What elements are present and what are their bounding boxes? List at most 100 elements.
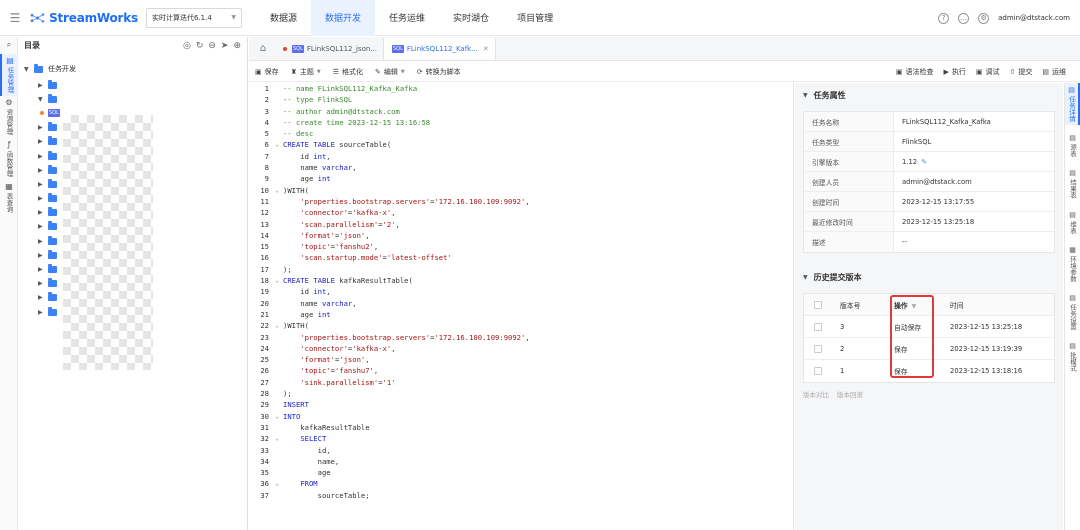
code-line[interactable]: 4 -- create time 2023-12-15 13:16:58 — [249, 117, 793, 128]
code-line[interactable]: 6 ⌄ CREATE TABLE sourceTable( — [249, 139, 793, 150]
nav-item-ops[interactable]: 任务运维 — [375, 0, 439, 36]
history-header[interactable]: ▼ 历史提交版本 — [795, 265, 1063, 289]
row-checkbox[interactable] — [804, 344, 832, 353]
code-line[interactable]: 37 sourceTable; — [249, 490, 793, 501]
code-line[interactable]: 30 ⌄ INTO — [249, 411, 793, 422]
code-line[interactable]: 12 'connector'='kafka-x', — [249, 207, 793, 218]
syntax-check-button[interactable]: ▣ 语法检查 — [896, 67, 934, 77]
code-line[interactable]: 20 name varchar, — [249, 298, 793, 309]
row-checkbox[interactable] — [804, 322, 832, 331]
select-all-checkbox[interactable] — [804, 300, 832, 309]
home-icon[interactable]: ⌂ — [249, 36, 277, 60]
code-line[interactable]: 9 age int — [249, 173, 793, 184]
message-icon[interactable]: … — [958, 12, 970, 24]
rail-source-table[interactable]: ▤ 源表 — [1065, 131, 1080, 160]
tab-json[interactable]: SQL FLinkSQL112_json... — [277, 38, 384, 60]
code-line[interactable]: 19 id int, — [249, 286, 793, 297]
code-line[interactable]: 28); — [249, 388, 793, 399]
code-line[interactable]: 36 ⌄ FROM — [249, 478, 793, 489]
code-line[interactable]: 32 ⌄ SELECT — [249, 433, 793, 444]
code-line[interactable]: 2 -- type FlinkSQL — [249, 94, 793, 105]
rail-task-detail[interactable]: ▤ 任务详情 — [1065, 83, 1080, 125]
properties-header[interactable]: ▼ 任务属性 — [795, 83, 1063, 107]
code-line[interactable]: 31 kafkaResultTable — [249, 422, 793, 433]
code-line[interactable]: 13 'scan.parallelism'='2', — [249, 219, 793, 230]
rail-dim-table[interactable]: ▤ 维表 — [1065, 208, 1080, 237]
ops-button[interactable]: ▤ 运维 — [1042, 67, 1066, 77]
code-line[interactable]: 24 'connector'='kafka-x', — [249, 343, 793, 354]
code-line[interactable]: 18 ⌄ CREATE TABLE kafkaResultTable( — [249, 275, 793, 286]
theme-button[interactable]: ♜ 主题 ▼ — [291, 67, 321, 77]
tree-item[interactable]: ▶ — [18, 78, 247, 92]
edit-button[interactable]: ✎ 编辑 ▼ — [375, 67, 405, 77]
fold-chevron-icon[interactable]: ⌄ — [271, 320, 283, 331]
code-line[interactable]: 26 'topic'='fanshu7', — [249, 365, 793, 376]
fold-chevron-icon[interactable]: ⌄ — [271, 433, 283, 444]
edit-icon[interactable]: ✎ — [921, 158, 927, 166]
nav-item-dev[interactable]: 数据开发 — [311, 0, 376, 36]
code-line[interactable]: 5 -- desc — [249, 128, 793, 139]
add-icon[interactable]: ⊕ — [233, 41, 241, 51]
help-icon[interactable]: ? — [938, 12, 950, 24]
code-line[interactable]: 16 'scan.startup.mode'='latest-offset' — [249, 252, 793, 263]
code-line[interactable]: 34 name, — [249, 456, 793, 467]
version-select[interactable]: 实时计算迭代6.1.4 ▼ — [146, 7, 242, 28]
code-line[interactable]: 33 id, — [249, 445, 793, 456]
code-line[interactable]: 29 INSERT — [249, 399, 793, 410]
fold-chevron-icon[interactable]: ⌄ — [271, 275, 283, 286]
nav-item-project[interactable]: 项目管理 — [503, 0, 567, 36]
nav-item-datasource[interactable]: 数据源 — [256, 0, 311, 36]
user-email[interactable]: admin@dtstack.com — [998, 14, 1070, 22]
debug-button[interactable]: ▣ 调试 — [976, 67, 1000, 77]
rollback-version-button[interactable]: 版本回滚 — [837, 389, 863, 399]
code-line[interactable]: 11 'properties.bootstrap.servers'='172.1… — [249, 196, 793, 207]
rail-resource-manage[interactable]: ⚙ 资源管理 — [0, 96, 18, 138]
tree-item[interactable]: ▼ — [18, 92, 247, 106]
tab-kafka[interactable]: SQL FLinkSQL112_Kafk... ✕ — [383, 38, 496, 60]
code-line[interactable]: 14 'format'='json', — [249, 230, 793, 241]
rail-batch-mode[interactable]: ▤ 批模式 — [1065, 339, 1080, 375]
code-line[interactable]: 25 'format'='json', — [249, 354, 793, 365]
rail-env-params[interactable]: ▦ 环境参数 — [1065, 243, 1080, 285]
code-line[interactable]: 1 -- name FLinkSQL112_Kafka_Kafka — [249, 83, 793, 94]
gear-icon[interactable]: ⚙ — [978, 12, 990, 24]
code-line[interactable]: 15 'topic'='fanshu2', — [249, 241, 793, 252]
submit-button[interactable]: ⇧ 提交 — [1010, 67, 1033, 77]
refresh-icon[interactable]: ↻ — [196, 41, 204, 51]
rail-task-settings[interactable]: ▤ 任务设置 — [1065, 291, 1080, 333]
rail-function-manage[interactable]: ƒ 函数管理 — [0, 138, 18, 180]
run-button[interactable]: ▶ 执行 — [943, 67, 965, 77]
fold-chevron-icon[interactable]: ⌄ — [271, 139, 283, 150]
close-icon[interactable]: ✕ — [483, 45, 489, 53]
menu-toggle-icon[interactable]: ☰ — [0, 0, 30, 36]
nav-item-lakehouse[interactable]: 实时湖仓 — [439, 0, 503, 36]
rail-task-manage[interactable]: ▤ 任务管理 — [0, 54, 18, 96]
fold-chevron-icon[interactable]: ⌄ — [271, 478, 283, 489]
send-icon[interactable]: ➤ — [221, 41, 229, 51]
code-line[interactable]: 21 age int — [249, 309, 793, 320]
fold-chevron-icon[interactable]: ⌄ — [271, 185, 283, 196]
code-line[interactable]: 7 id int, — [249, 151, 793, 162]
code-editor[interactable]: 1 -- name FLinkSQL112_Kafka_Kafka 2 -- type… — [249, 83, 794, 530]
collapse-icon[interactable]: ⊖ — [208, 41, 216, 51]
tree-root[interactable]: ▼ 任务开发 — [18, 60, 247, 78]
compare-version-button[interactable]: 版本对比 — [803, 389, 829, 399]
code-line[interactable]: 22 ⌄)WITH( — [249, 320, 793, 331]
row-checkbox[interactable] — [804, 367, 832, 375]
brand[interactable]: StreamWorks — [30, 10, 138, 26]
rail-result-table[interactable]: ▤ 结果表 — [1065, 166, 1080, 202]
code-line[interactable]: 8 name varchar, — [249, 162, 793, 173]
code-line[interactable]: 23 'properties.bootstrap.servers'='172.1… — [249, 332, 793, 343]
fold-chevron-icon[interactable]: ⌄ — [271, 411, 283, 422]
code-line[interactable]: 17); — [249, 264, 793, 275]
convert-script-button[interactable]: ⟳ 转换为脚本 — [417, 67, 461, 77]
code-line[interactable]: 10 ⌄)WITH( — [249, 185, 793, 196]
locate-icon[interactable]: ◎ — [183, 41, 191, 51]
code-line[interactable]: 27 'sink.parallelism'='1' — [249, 377, 793, 388]
rail-table-query[interactable]: ▦ 表查询 — [0, 180, 18, 216]
rail-search[interactable]: ⌕ — [0, 37, 18, 54]
code-line[interactable]: 35 age — [249, 467, 793, 478]
format-button[interactable]: ☰ 格式化 — [333, 67, 363, 77]
save-button[interactable]: ▣ 保存 — [255, 67, 279, 77]
code-line[interactable]: 3 -- author admin@dtstack.com — [249, 106, 793, 117]
